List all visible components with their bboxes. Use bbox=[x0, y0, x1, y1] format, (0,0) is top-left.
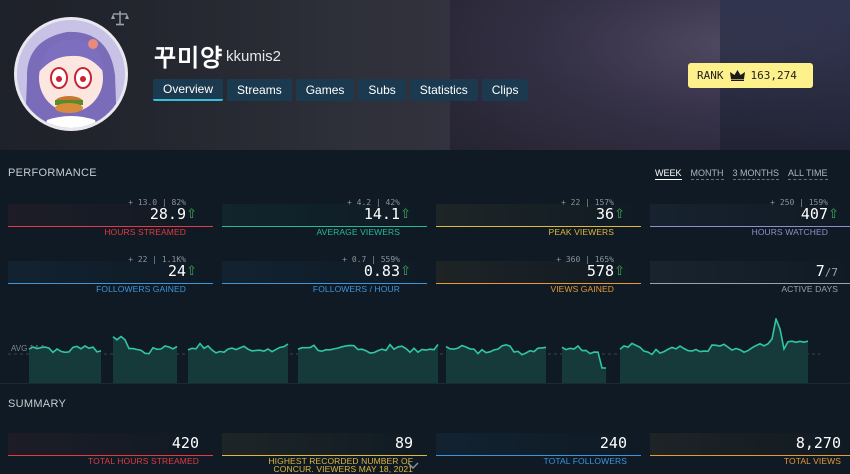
stat-card: + 250 | 159% 407 ⇧ HOURS WATCHED bbox=[650, 196, 850, 240]
summary-stat-label: TOTAL VIEWS bbox=[783, 456, 841, 466]
crown-icon bbox=[729, 70, 745, 81]
stat-value: 578 bbox=[586, 262, 614, 280]
summary-stat-value: 240 bbox=[599, 434, 627, 452]
summary-title: SUMMARY bbox=[8, 398, 67, 410]
stat-value: 0.83 bbox=[363, 262, 400, 280]
summary-stat-card: 8,270 TOTAL VIEWS bbox=[650, 425, 850, 469]
stat-value: 24 bbox=[167, 262, 186, 280]
stat-card: + 13.0 | 82% 28.9 ⇧ HOURS STREAMED bbox=[8, 196, 213, 240]
rank-value: 163,274 bbox=[750, 69, 797, 82]
period-week[interactable]: WEEK bbox=[655, 168, 682, 180]
period-3-months[interactable]: 3 MONTHS bbox=[732, 168, 780, 180]
performance-title: PERFORMANCE bbox=[8, 167, 97, 179]
stat-card: + 22 | 157% 36 ⇧ PEAK VIEWERS bbox=[436, 196, 641, 240]
avatar bbox=[14, 17, 128, 131]
stat-value: 36 bbox=[595, 205, 614, 223]
stat-label: ACTIVE DAYS bbox=[781, 284, 838, 294]
stat-label: FOLLOWERS / HOUR bbox=[312, 284, 400, 294]
sparkline-area bbox=[113, 336, 177, 384]
stat-label: HOURS STREAMED bbox=[104, 227, 186, 237]
stat-value: 7/7 bbox=[815, 262, 838, 280]
arrow-up-icon: ⇧ bbox=[400, 263, 411, 278]
period-all-time[interactable]: ALL TIME bbox=[788, 168, 828, 180]
stat-card: + 360 | 165% 578 ⇧ VIEWS GAINED bbox=[436, 253, 641, 297]
period-month[interactable]: MONTH bbox=[690, 168, 724, 180]
stat-value-suffix: /7 bbox=[824, 266, 838, 279]
channel-display-name: 꾸미양 bbox=[154, 45, 224, 72]
summary-stat-value: 420 bbox=[171, 434, 199, 452]
stat-label: VIEWS GAINED bbox=[550, 284, 614, 294]
rank-badge[interactable]: RANK 163,274 bbox=[688, 63, 813, 88]
stat-label: PEAK VIEWERS bbox=[548, 227, 614, 237]
scale-icon[interactable] bbox=[110, 10, 130, 26]
summary-stat-card: 240 TOTAL FOLLOWERS bbox=[436, 425, 641, 469]
arrow-up-icon: ⇧ bbox=[186, 206, 197, 221]
tab-statistics[interactable]: Statistics bbox=[409, 79, 478, 101]
period-selector: WEEK MONTH 3 MONTHS ALL TIME bbox=[655, 168, 828, 180]
tab-subs[interactable]: Subs bbox=[358, 79, 406, 101]
summary-stat-label: TOTAL HOURS STREAMED bbox=[88, 456, 199, 466]
rank-label: RANK bbox=[697, 69, 724, 82]
summary-stat-label-2: CONCUR. VIEWERS MAY 18, 2021 bbox=[273, 464, 413, 474]
tab-clips[interactable]: Clips bbox=[481, 79, 529, 101]
arrow-up-icon: ⇧ bbox=[186, 263, 197, 278]
channel-login: kkumis2 bbox=[226, 48, 282, 65]
stat-label: HOURS WATCHED bbox=[751, 227, 828, 237]
arrow-up-icon: ⇧ bbox=[400, 206, 411, 221]
stat-value: 14.1 bbox=[363, 205, 400, 223]
arrow-up-icon: ⇧ bbox=[614, 263, 625, 278]
section-divider bbox=[0, 383, 850, 384]
arrow-up-icon: ⇧ bbox=[828, 206, 839, 221]
summary-stat-card: 89 HIGHEST RECORDED NUMBER OF CONCUR. VIEW… bbox=[222, 425, 427, 474]
summary-stat-card: 420 TOTAL HOURS STREAMED bbox=[8, 425, 213, 469]
summary-stat-value: 8,270 bbox=[795, 434, 841, 452]
arrow-up-icon: ⇧ bbox=[614, 206, 625, 221]
stat-label: FOLLOWERS GAINED bbox=[96, 284, 186, 294]
sparkline-area bbox=[562, 346, 606, 384]
chevron-down-icon[interactable] bbox=[407, 462, 419, 474]
stat-card: + 4.2 | 42% 14.1 ⇧ AVERAGE VIEWERS bbox=[222, 196, 427, 240]
summary-stat-label: TOTAL FOLLOWERS bbox=[543, 456, 627, 466]
tab-games[interactable]: Games bbox=[295, 79, 355, 101]
tab-streams[interactable]: Streams bbox=[227, 79, 292, 101]
stat-label: AVERAGE VIEWERS bbox=[316, 227, 400, 237]
channel-tabs: Overview Streams Games Subs Statistics C… bbox=[153, 79, 529, 101]
tab-overview[interactable]: Overview bbox=[153, 79, 224, 101]
stat-card: + 22 | 1.1K% 24 ⇧ FOLLOWERS GAINED bbox=[8, 253, 213, 297]
stat-card: + 0.7 | 559% 0.83 ⇧ FOLLOWERS / HOUR bbox=[222, 253, 427, 297]
stat-value: 407 bbox=[800, 205, 828, 223]
viewer-sparkline: AVG 14.1 bbox=[8, 318, 820, 384]
summary-stat-value: 89 bbox=[394, 434, 413, 452]
stat-card: 7/7 ACTIVE DAYS bbox=[650, 253, 850, 297]
stat-value: 28.9 bbox=[149, 205, 186, 223]
